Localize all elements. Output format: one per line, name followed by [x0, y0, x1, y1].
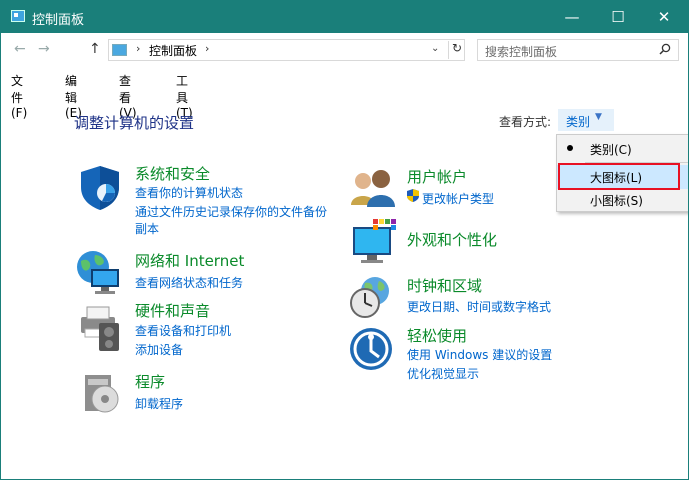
view-by-label: 查看方式: — [499, 115, 552, 129]
link-change-account-type[interactable]: 更改帐户类型 — [422, 190, 494, 207]
window-title: 控制面板 — [32, 13, 85, 28]
option-label: 类别(C) — [590, 143, 632, 157]
maximize-button[interactable]: ☐ — [595, 1, 641, 33]
breadcrumb-separator[interactable]: › — [205, 42, 209, 55]
category-appearance-personalization[interactable]: 外观和个性化 — [407, 229, 497, 250]
control-panel-icon — [11, 10, 25, 22]
page-title: 调整计算机的设置 — [74, 114, 195, 132]
users-icon — [351, 170, 395, 207]
category-programs[interactable]: 程序 — [135, 371, 165, 392]
link-file-history-backup[interactable]: 通过文件历史记录保存你的文件备份 — [135, 203, 327, 220]
refresh-icon[interactable]: ↻ — [448, 41, 465, 59]
link-add-device[interactable]: 添加设备 — [135, 341, 183, 358]
menu-option-small-icons[interactable]: 小图标(S) — [557, 188, 688, 212]
category-user-accounts[interactable]: 用户帐户 — [407, 166, 467, 187]
title-bar[interactable]: 控制面板 — ☐ ✕ — [1, 1, 688, 33]
view-by-dropdown[interactable]: 类别 ▼ — [558, 109, 614, 131]
view-by-value: 类别 — [566, 115, 591, 129]
menu-option-category[interactable]: 类别(C) — [557, 137, 688, 161]
breadcrumb-separator[interactable]: › — [136, 42, 140, 55]
forward-arrow-icon[interactable]: → — [38, 41, 50, 57]
shield-icon — [81, 166, 119, 210]
category-clock-region[interactable]: 时钟和区域 — [407, 275, 482, 296]
ease-of-access-icon — [350, 328, 392, 370]
link-uninstall-program[interactable]: 卸载程序 — [135, 395, 183, 412]
caret-down-icon: ▼ — [595, 112, 602, 122]
up-arrow-icon[interactable]: ↑ — [89, 41, 101, 57]
minimize-button[interactable]: — — [549, 1, 595, 33]
clock-globe-icon — [350, 277, 389, 318]
link-view-computer-status[interactable]: 查看你的计算机状态 — [135, 184, 243, 201]
close-button[interactable]: ✕ — [641, 1, 687, 33]
printer-speaker-icon — [81, 306, 119, 351]
link-devices-printers[interactable]: 查看设备和打印机 — [135, 322, 231, 339]
link-file-history-backup-cont[interactable]: 副本 — [135, 220, 159, 237]
network-globe-icon — [77, 251, 119, 294]
category-hardware-sound[interactable]: 硬件和声音 — [135, 300, 210, 321]
category-ease-of-access[interactable]: 轻松使用 — [407, 325, 467, 346]
address-bar[interactable]: › 控制面板 › ⌄ ↻ — [108, 39, 465, 61]
highlight-frame — [558, 163, 680, 190]
control-panel-icon — [112, 44, 127, 56]
back-arrow-icon[interactable]: ← — [14, 41, 26, 57]
search-input[interactable]: 搜索控制面板 — [477, 39, 679, 61]
control-panel-window: 控制面板 — ☐ ✕ ← → ↑ › 控制面板 › ⌄ ↻ 搜索控制面板 文件(… — [0, 0, 689, 480]
search-placeholder: 搜索控制面板 — [485, 45, 558, 59]
option-label: 小图标(S) — [590, 194, 643, 208]
category-system-security[interactable]: 系统和安全 — [135, 163, 210, 184]
category-network-internet[interactable]: 网络和 Internet — [135, 250, 244, 271]
chevron-down-icon[interactable]: ⌄ — [431, 43, 439, 54]
monitor-palette-icon — [353, 219, 396, 263]
breadcrumb-control-panel[interactable]: 控制面板 — [149, 42, 197, 59]
uac-shield-icon — [407, 189, 419, 202]
link-optimize-visual-display[interactable]: 优化视觉显示 — [407, 365, 479, 382]
search-icon[interactable] — [659, 43, 671, 58]
selected-bullet-icon — [567, 145, 573, 151]
link-windows-recommended-settings[interactable]: 使用 Windows 建议的设置 — [407, 346, 552, 363]
link-network-status[interactable]: 查看网络状态和任务 — [135, 274, 243, 291]
link-change-date-time-format[interactable]: 更改日期、时间或数字格式 — [407, 298, 551, 315]
programs-disc-icon — [85, 375, 119, 413]
menu-file[interactable]: 文件(F) — [11, 72, 27, 120]
